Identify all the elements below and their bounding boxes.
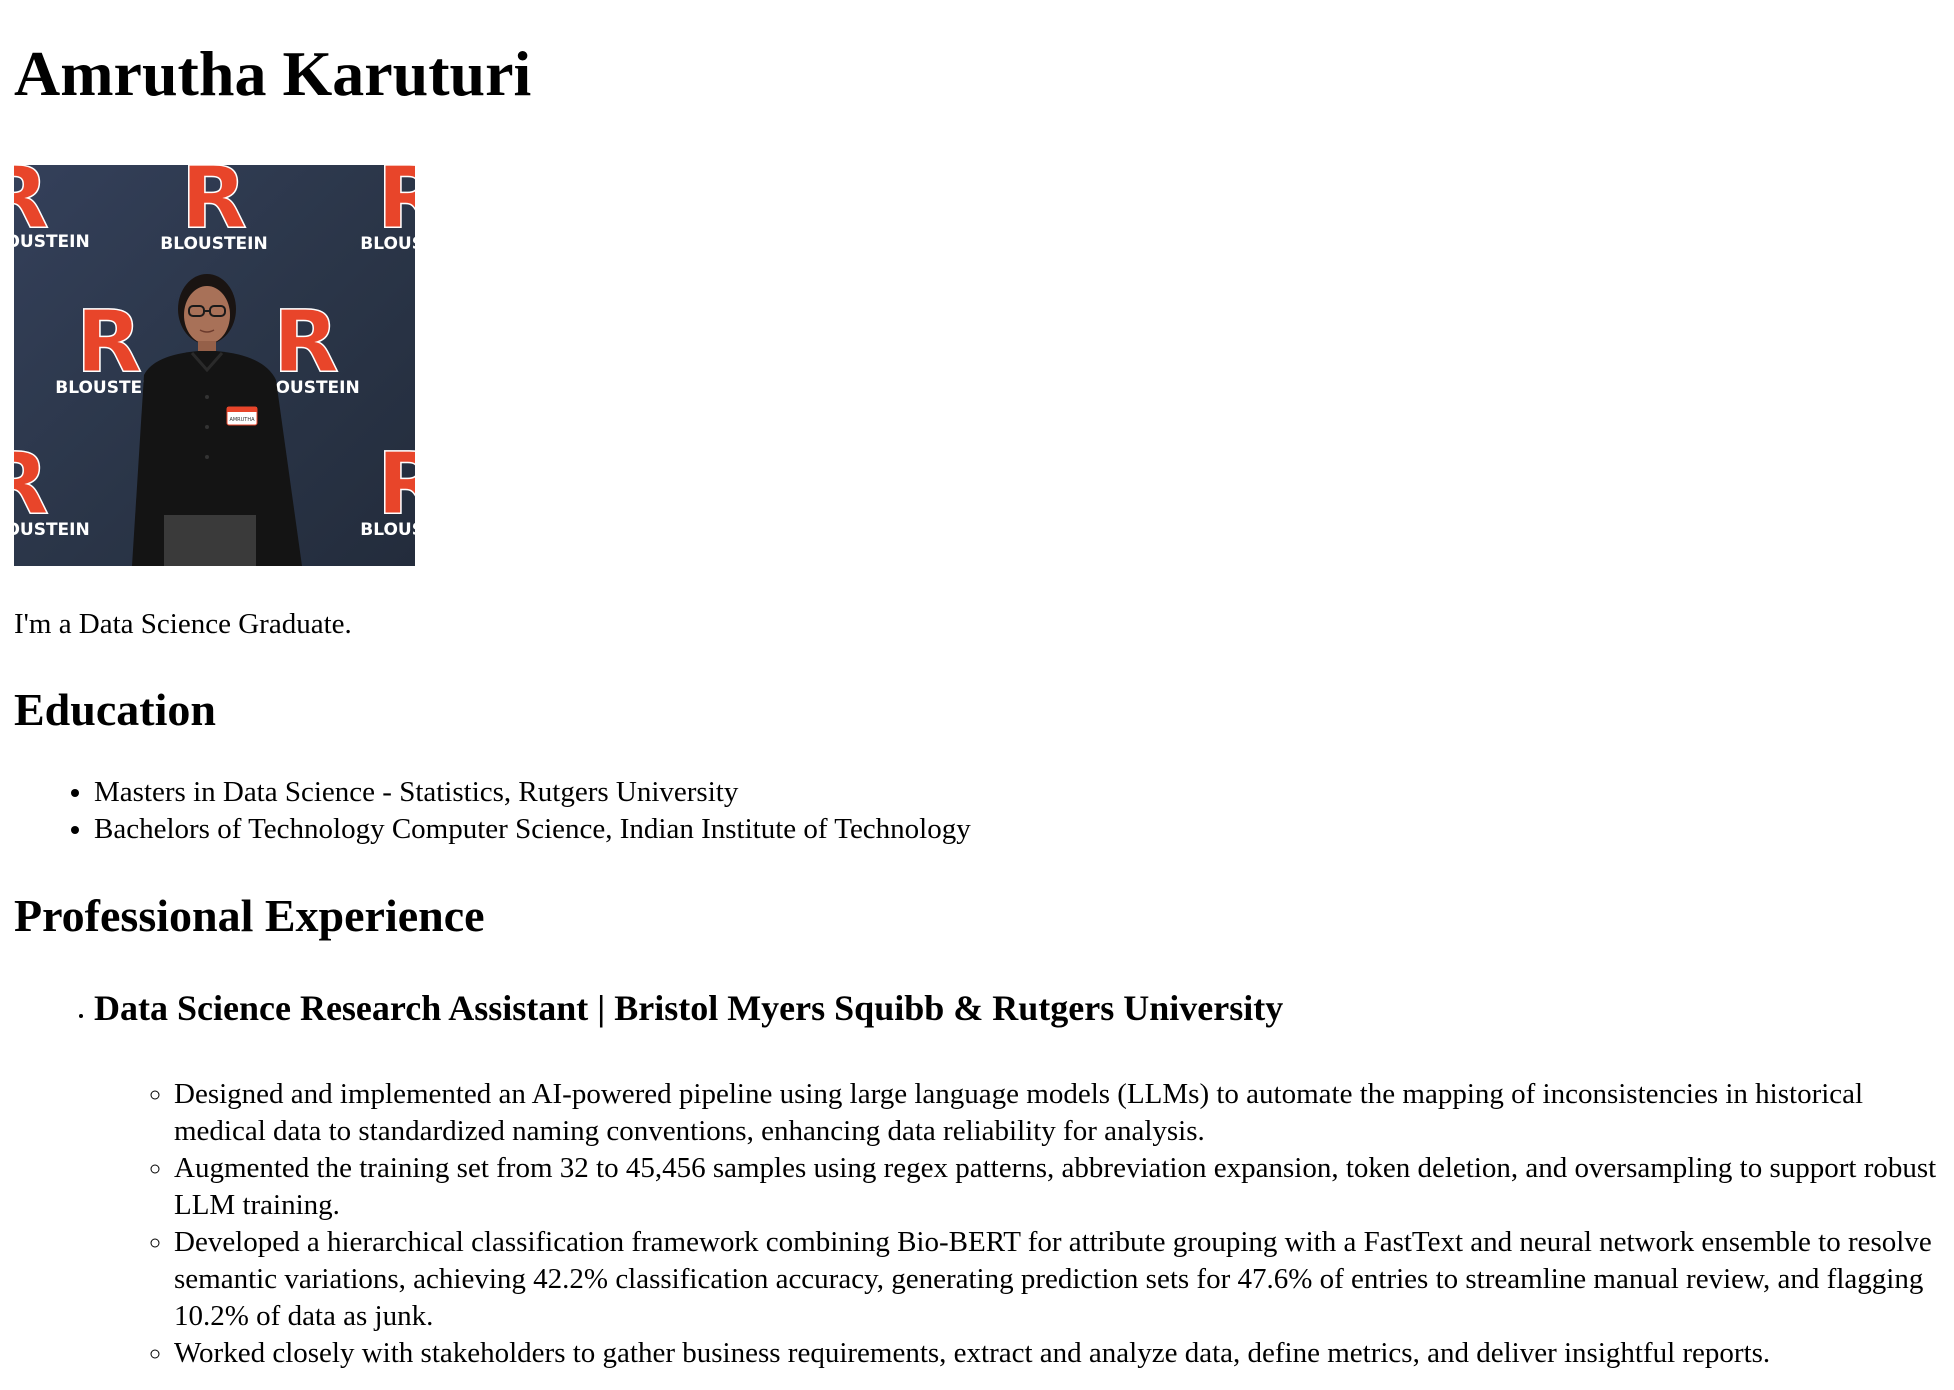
svg-text:BLOUSTEIN: BLOUSTEIN bbox=[160, 234, 267, 254]
page-title: Amrutha Karuturi bbox=[14, 38, 532, 109]
list-item: Augmented the training set from 32 to 45… bbox=[174, 1150, 1940, 1224]
job-bullets: Designed and implemented an AI-powered p… bbox=[94, 1076, 1940, 1372]
job-title: Data Science Research Assistant | Bristo… bbox=[94, 988, 1284, 1028]
svg-text:BLOUSTEIN: BLOUSTEIN bbox=[14, 520, 90, 540]
svg-text:AMRUTHA: AMRUTHA bbox=[229, 417, 255, 423]
job-entry: Data Science Research Assistant | Bristo… bbox=[94, 986, 1940, 1372]
svg-text:BLOUSTEIN: BLOUSTEIN bbox=[14, 232, 90, 252]
list-item: Bachelors of Technology Computer Science… bbox=[94, 811, 1940, 848]
list-item: Masters in Data Science - Statistics, Ru… bbox=[94, 774, 1940, 811]
profile-photo: R BLOUSTEIN BLOUSTEIN BLOUSTEIN BLOUSTEI… bbox=[14, 165, 415, 566]
experience-list: Data Science Research Assistant | Bristo… bbox=[14, 986, 1940, 1372]
svg-text:BLOUSTEIN: BLOUSTEIN bbox=[360, 234, 415, 254]
list-item: Developed a hierarchical classification … bbox=[174, 1224, 1940, 1335]
list-item: Worked closely with stakeholders to gath… bbox=[174, 1335, 1940, 1372]
list-item: Designed and implemented an AI-powered p… bbox=[174, 1076, 1940, 1150]
svg-text:BLOUSTEIN: BLOUSTEIN bbox=[360, 520, 415, 540]
intro-text: I'm a Data Science Graduate. bbox=[14, 608, 352, 640]
resume-page: Amrutha Karuturi R BLOUSTEIN bbox=[0, 0, 1954, 1372]
education-list: Masters in Data Science - Statistics, Ru… bbox=[14, 774, 1940, 848]
experience-heading: Professional Experience bbox=[14, 890, 485, 941]
education-heading: Education bbox=[14, 684, 216, 735]
